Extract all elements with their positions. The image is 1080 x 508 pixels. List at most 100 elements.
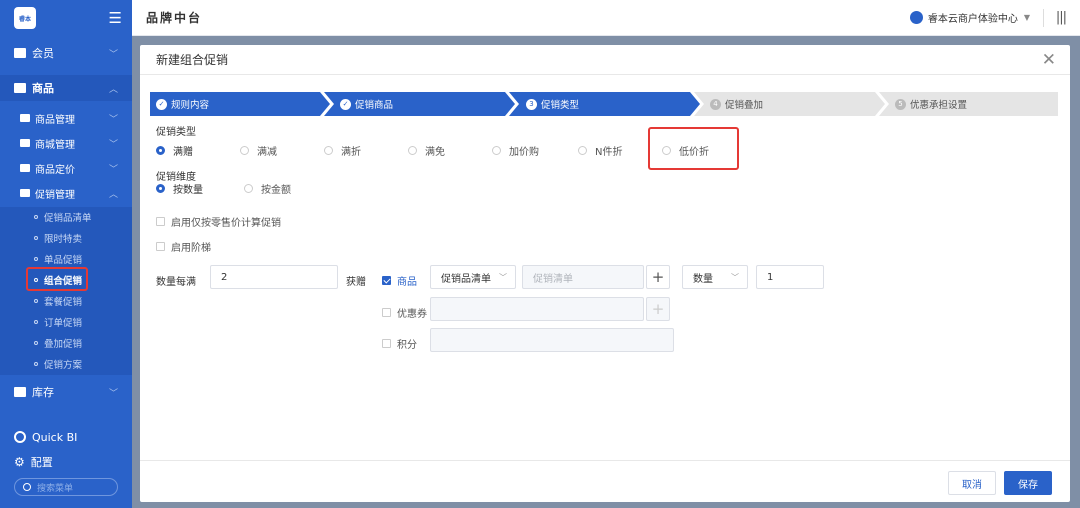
step-label: 促销类型	[541, 100, 580, 111]
gift-qty-input[interactable]: 1	[756, 265, 824, 289]
gift-points-input[interactable]	[430, 328, 674, 352]
checkbox-label: 启用阶梯	[171, 243, 211, 254]
sidebar-leaf-flash-sale[interactable]: 限时特卖	[0, 227, 132, 248]
input-value: 2	[221, 271, 228, 283]
checkbox-box	[382, 339, 391, 348]
select-value: 促销品清单	[441, 273, 491, 285]
sidebar-leaf-order-promo[interactable]: 订单促销	[0, 311, 132, 332]
gift-goods-checkbox[interactable]: 商品	[382, 273, 417, 288]
sidebar-subitem-goods-manage[interactable]: 商品管理 ﹀	[0, 106, 132, 130]
radio-label: 加价购	[509, 147, 539, 158]
radio-label: 满折	[341, 147, 361, 158]
sidebar-leaf-label: 套餐促销	[44, 296, 83, 308]
sidebar-leaf-promo-list[interactable]: 促销品清单	[0, 206, 132, 227]
radio-full-discount[interactable]: 满折	[324, 143, 361, 158]
folder-icon	[20, 189, 30, 197]
radio-full-free[interactable]: 满免	[408, 143, 445, 158]
plus-icon: +	[651, 268, 665, 286]
column-menu-icon[interactable]: |||	[1056, 10, 1067, 25]
sidebar-item-inventory[interactable]: 库存 ﹀	[0, 379, 132, 405]
dialog-title: 新建组合促销	[156, 53, 229, 67]
step-label: 促销商品	[355, 100, 394, 111]
check-icon: ✓	[156, 98, 167, 110]
step-promo-goods[interactable]: ✓ 促销商品	[340, 92, 393, 116]
step-discount-bearing[interactable]: 5 优惠承担设置	[895, 92, 967, 116]
gift-coupon-checkbox[interactable]: 优惠券	[382, 305, 427, 320]
sidebar-leaf-label: 限时特卖	[44, 233, 83, 245]
retail-price-only-checkbox[interactable]: 启用仅按零售价计算促销	[156, 214, 281, 229]
grid-icon	[14, 83, 26, 93]
sidebar-item-config[interactable]: ⚙ 配置	[0, 449, 132, 475]
checkbox-box	[382, 276, 391, 285]
hamburger-icon[interactable]: ☰	[109, 9, 122, 27]
bullet-icon	[34, 235, 38, 240]
sidebar-leaf-single-promo[interactable]: 单品促销	[0, 248, 132, 269]
sidebar-leaf-stack-promo[interactable]: 叠加促销	[0, 332, 132, 353]
radio-add-price-buy[interactable]: 加价购	[492, 143, 539, 158]
highlight-box	[648, 127, 739, 170]
gear-icon: ⚙	[14, 455, 25, 469]
cancel-button[interactable]: 取消	[948, 471, 996, 495]
radio-circle	[578, 146, 587, 155]
bullet-icon	[34, 214, 38, 219]
promo-type-label: 促销类型	[156, 127, 196, 138]
sidebar-leaf-promo-plan[interactable]: 促销方案	[0, 353, 132, 374]
radio-label: 满赠	[173, 147, 193, 158]
chevron-down-icon: ﹀	[108, 114, 118, 125]
chevron-down-icon: ﹀	[108, 388, 118, 399]
sidebar-leaf-label: 促销品清单	[44, 212, 92, 224]
sidebar-leaf-package-promo[interactable]: 套餐促销	[0, 290, 132, 311]
radio-by-amount[interactable]: 按金额	[244, 181, 291, 196]
step-label: 规则内容	[171, 100, 210, 111]
sidebar-leaf-label: 促销方案	[44, 359, 83, 371]
radio-circle	[156, 184, 165, 193]
bullet-icon	[34, 361, 38, 366]
add-coupon-button[interactable]: +	[646, 297, 670, 321]
radio-full-gift[interactable]: 满赠	[156, 143, 193, 158]
save-button[interactable]: 保存	[1004, 471, 1052, 495]
radio-full-reduce[interactable]: 满减	[240, 143, 277, 158]
sidebar-subitem-pricing[interactable]: 商品定价 ﹀	[0, 156, 132, 180]
sidebar-subitem-label: 商品管理	[35, 114, 75, 126]
qty-every-input[interactable]: 2	[210, 265, 338, 289]
bullet-icon	[34, 256, 38, 261]
sidebar-item-member[interactable]: 会员 ﹀	[0, 40, 132, 66]
bullet-icon	[34, 298, 38, 303]
sidebar-item-goods[interactable]: 商品 ︿	[0, 75, 132, 101]
add-gift-goods-button[interactable]: +	[646, 265, 670, 289]
chevron-down-icon: ﹀	[731, 272, 739, 282]
member-card-icon	[14, 48, 26, 58]
radio-by-quantity[interactable]: 按数量	[156, 181, 203, 196]
close-icon[interactable]: ✕	[1042, 50, 1056, 70]
menu-search-input[interactable]: 搜索菜单	[14, 478, 118, 496]
sidebar-subitem-label: 商城管理	[35, 139, 75, 151]
gift-points-checkbox[interactable]: 积分	[382, 336, 417, 351]
gift-coupon-input[interactable]	[430, 297, 644, 321]
enable-tier-checkbox[interactable]: 启用阶梯	[156, 239, 211, 254]
sidebar-subitem-mall-manage[interactable]: 商城管理 ﹀	[0, 131, 132, 155]
sidebar-item-quick-bi[interactable]: Quick BI	[0, 424, 132, 450]
gauge-icon	[14, 431, 26, 443]
sidebar-item-label: 配置	[30, 456, 53, 469]
check-icon: ✓	[340, 98, 351, 110]
folder-icon	[20, 114, 30, 122]
gift-list-select[interactable]: 促销品清单 ﹀	[430, 265, 516, 289]
divider	[1043, 8, 1044, 27]
radio-label: 满免	[425, 147, 445, 158]
chevron-down-icon: ﹀	[499, 272, 507, 282]
step-rule-content[interactable]: ✓ 规则内容	[156, 92, 209, 116]
new-combo-promo-dialog: 新建组合促销 ✕ ✓ 规则内容 ✓ 促销商品 3 促销类型 4 促销叠加 5 优…	[140, 45, 1070, 502]
step-promo-type[interactable]: 3 促销类型	[526, 92, 579, 116]
sidebar-subitem-promo-manage[interactable]: 促销管理 ︿	[0, 181, 132, 205]
inventory-icon	[14, 387, 26, 397]
checkbox-label: 启用仅按零售价计算促销	[171, 218, 281, 229]
org-switcher[interactable]: 睿本云商户体验中心 ▼	[909, 10, 1030, 25]
search-placeholder: 搜索菜单	[37, 483, 74, 494]
gift-qty-select[interactable]: 数量 ﹀	[682, 265, 748, 289]
chevron-down-icon: ﹀	[108, 49, 118, 60]
checkbox-box	[156, 242, 165, 251]
sidebar-leaf-label: 单品促销	[44, 254, 83, 266]
gift-list-input[interactable]: 促销清单	[522, 265, 644, 289]
step-promo-stack[interactable]: 4 促销叠加	[710, 92, 763, 116]
radio-n-piece-discount[interactable]: N件折	[578, 143, 622, 158]
